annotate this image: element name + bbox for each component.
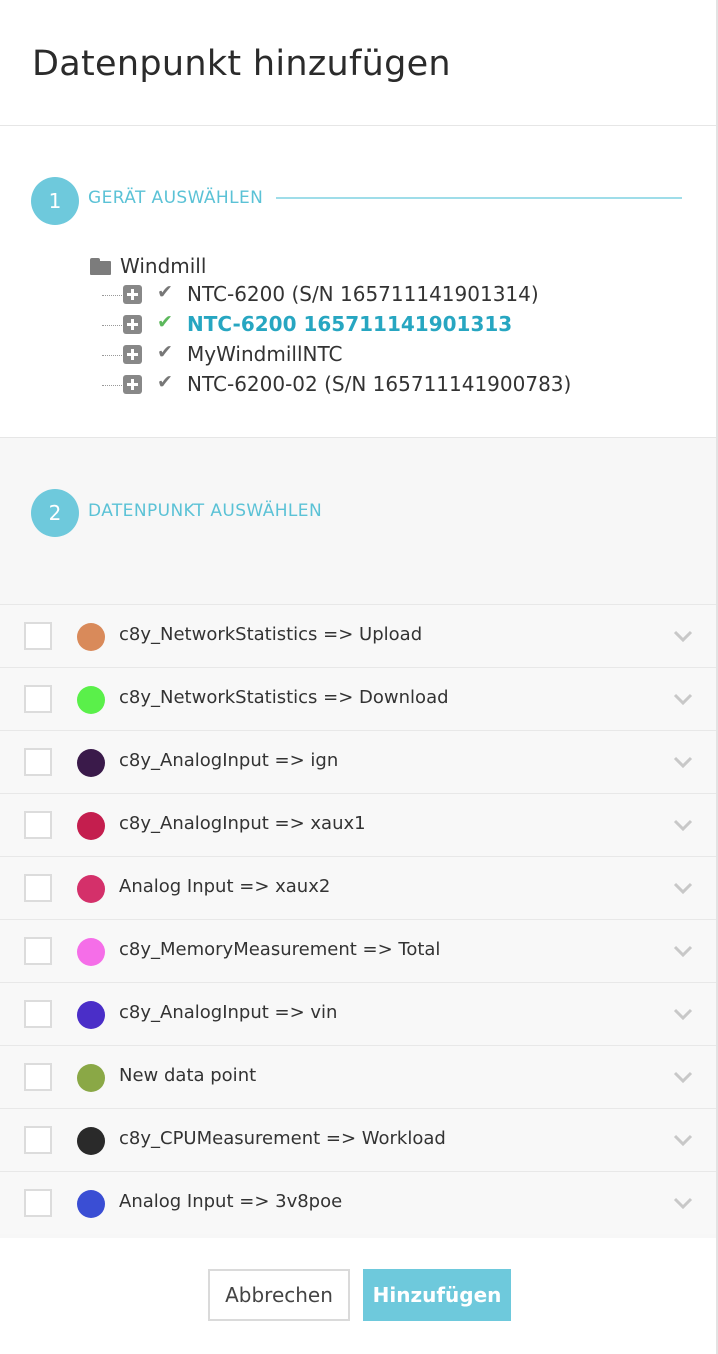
tree-node-label[interactable]: NTC-6200 165711141901313 <box>187 312 512 336</box>
datapoint-checkbox[interactable] <box>24 1063 52 1091</box>
chevron-down-icon[interactable] <box>670 938 696 964</box>
datapoint-label: c8y_CPUMeasurement => Workload <box>119 1128 446 1149</box>
datapoint-row[interactable]: c8y_NetworkStatistics => Upload <box>0 604 716 667</box>
datapoint-checkbox[interactable] <box>24 1000 52 1028</box>
modal-title: Datenpunkt hinzufügen <box>32 44 451 84</box>
tree-root-label: Windmill <box>120 254 207 278</box>
check-icon: ✔ <box>157 311 173 333</box>
tree-node-label[interactable]: NTC-6200-02 (S/N 165711141900783) <box>187 372 571 396</box>
add-button[interactable]: Hinzufügen <box>363 1269 511 1321</box>
datapoint-checkbox[interactable] <box>24 622 52 650</box>
step-1-label: GERÄT AUSWÄHLEN <box>88 188 264 208</box>
datapoint-checkbox[interactable] <box>24 1189 52 1217</box>
datapoint-list: c8y_NetworkStatistics => Upload c8y_Netw… <box>0 604 716 1234</box>
chevron-down-icon[interactable] <box>670 875 696 901</box>
datapoint-row[interactable]: Analog Input => 3v8poe <box>0 1171 716 1234</box>
color-swatch[interactable] <box>77 812 105 840</box>
datapoint-label: c8y_AnalogInput => vin <box>119 1002 338 1023</box>
color-swatch[interactable] <box>77 1001 105 1029</box>
color-swatch[interactable] <box>77 938 105 966</box>
datapoint-checkbox[interactable] <box>24 937 52 965</box>
color-swatch[interactable] <box>77 623 105 651</box>
datapoint-checkbox[interactable] <box>24 811 52 839</box>
datapoint-label: c8y_AnalogInput => xaux1 <box>119 813 366 834</box>
chevron-down-icon[interactable] <box>670 1001 696 1027</box>
expand-icon[interactable] <box>123 345 142 364</box>
modal-header: Datenpunkt hinzufügen <box>0 0 716 126</box>
modal-footer: Abbrechen Hinzufügen <box>0 1238 716 1354</box>
check-icon: ✔ <box>157 371 173 393</box>
tree-connector <box>102 295 122 296</box>
datapoint-row[interactable]: Analog Input => xaux2 <box>0 856 716 919</box>
color-swatch[interactable] <box>77 1064 105 1092</box>
datapoint-row[interactable]: New data point <box>0 1045 716 1108</box>
chevron-down-icon[interactable] <box>670 749 696 775</box>
tree-connector <box>102 385 122 386</box>
datapoint-row[interactable]: c8y_AnalogInput => ign <box>0 730 716 793</box>
datapoint-row[interactable]: c8y_AnalogInput => xaux1 <box>0 793 716 856</box>
datapoint-row[interactable]: c8y_NetworkStatistics => Download <box>0 667 716 730</box>
step-1-badge: 1 <box>31 177 79 225</box>
expand-icon[interactable] <box>123 375 142 394</box>
color-swatch[interactable] <box>77 1190 105 1218</box>
color-swatch[interactable] <box>77 749 105 777</box>
chevron-down-icon[interactable] <box>670 623 696 649</box>
chevron-down-icon[interactable] <box>670 1190 696 1216</box>
expand-icon[interactable] <box>123 285 142 304</box>
step-1-divider <box>276 197 682 199</box>
tree-node-label[interactable]: MyWindmillNTC <box>187 342 342 366</box>
datapoint-label: Analog Input => xaux2 <box>119 876 331 897</box>
datapoint-checkbox[interactable] <box>24 748 52 776</box>
color-swatch[interactable] <box>77 875 105 903</box>
datapoint-label: c8y_NetworkStatistics => Download <box>119 687 449 708</box>
chevron-down-icon[interactable] <box>670 812 696 838</box>
datapoint-label: Analog Input => 3v8poe <box>119 1191 343 1212</box>
check-icon: ✔ <box>157 341 173 363</box>
datapoint-row[interactable]: c8y_AnalogInput => vin <box>0 982 716 1045</box>
check-icon: ✔ <box>157 281 173 303</box>
step-2-badge: 2 <box>31 489 79 537</box>
datapoint-row[interactable]: c8y_MemoryMeasurement => Total <box>0 919 716 982</box>
datapoint-label: c8y_AnalogInput => ign <box>119 750 339 771</box>
cancel-button[interactable]: Abbrechen <box>208 1269 350 1321</box>
folder-icon <box>90 258 112 275</box>
datapoint-label: New data point <box>119 1065 257 1086</box>
datapoint-checkbox[interactable] <box>24 685 52 713</box>
tree-node-label[interactable]: NTC-6200 (S/N 165711141901314) <box>187 282 539 306</box>
datapoint-label: c8y_NetworkStatistics => Upload <box>119 624 423 645</box>
datapoint-checkbox[interactable] <box>24 1126 52 1154</box>
select-device-section: 1 GERÄT AUSWÄHLEN Windmill ✔ NTC-6200 (S… <box>0 126 716 438</box>
color-swatch[interactable] <box>77 686 105 714</box>
datapoint-label: c8y_MemoryMeasurement => Total <box>119 939 441 960</box>
expand-icon[interactable] <box>123 315 142 334</box>
chevron-down-icon[interactable] <box>670 1064 696 1090</box>
step-2-label: DATENPUNKT AUSWÄHLEN <box>88 501 323 521</box>
add-datapoint-modal: Datenpunkt hinzufügen 1 GERÄT AUSWÄHLEN … <box>0 0 718 1354</box>
color-swatch[interactable] <box>77 1127 105 1155</box>
tree-connector <box>102 325 122 326</box>
tree-connector <box>102 355 122 356</box>
chevron-down-icon[interactable] <box>670 1127 696 1153</box>
chevron-down-icon[interactable] <box>670 686 696 712</box>
datapoint-row[interactable]: c8y_CPUMeasurement => Workload <box>0 1108 716 1171</box>
select-datapoint-section: 2 DATENPUNKT AUSWÄHLEN c8y_NetworkStatis… <box>0 438 716 1238</box>
datapoint-checkbox[interactable] <box>24 874 52 902</box>
